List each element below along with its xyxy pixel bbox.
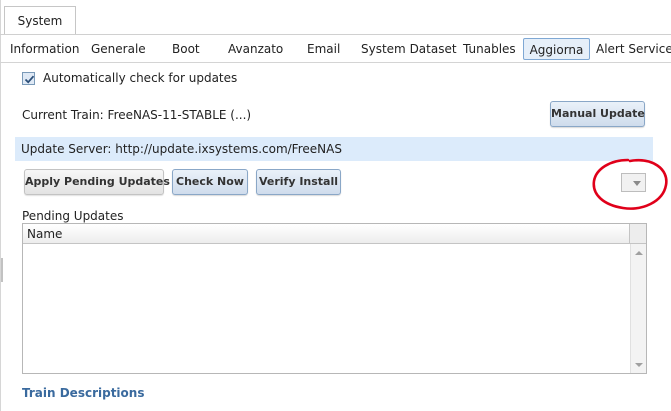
splitter-handle[interactable] xyxy=(1,258,3,282)
tab-system[interactable]: System xyxy=(4,6,76,34)
tab-tunables[interactable]: Tunables xyxy=(463,38,516,60)
tab-information[interactable]: Information xyxy=(10,38,79,60)
apply-pending-updates-button[interactable]: Apply Pending Updates xyxy=(24,169,170,195)
manual-update-button[interactable]: Manual Update xyxy=(550,101,645,127)
checkmark-icon xyxy=(24,75,35,84)
pending-updates-grid: Name xyxy=(22,223,647,374)
chevron-down-icon xyxy=(633,181,641,186)
train-descriptions-heading: Train Descriptions xyxy=(22,386,145,400)
grid-header: Name xyxy=(23,224,630,244)
column-header-name[interactable]: Name xyxy=(27,227,62,241)
tab-system-dataset[interactable]: System Dataset xyxy=(361,38,457,60)
sub-tab-bar: Information Generale Boot Avanzato Email… xyxy=(0,34,671,63)
check-now-button[interactable]: Check Now xyxy=(172,169,248,195)
tab-aggiorna[interactable]: Aggiorna xyxy=(523,38,590,60)
current-train-text: Current Train: FreeNAS-11-STABLE (...) xyxy=(22,108,252,122)
grid-header-corner xyxy=(630,224,646,244)
auto-check-row: Automatically check for updates xyxy=(22,70,237,86)
tab-generale[interactable]: Generale xyxy=(91,38,146,60)
auto-check-label: Automatically check for updates xyxy=(43,71,238,85)
train-dropdown[interactable] xyxy=(621,173,646,192)
tab-avanzato[interactable]: Avanzato xyxy=(228,38,283,60)
update-server-bar: Update Server: http://update.ixsystems.c… xyxy=(15,137,653,161)
grid-scrollbar[interactable] xyxy=(630,244,646,373)
tab-boot[interactable]: Boot xyxy=(172,38,200,60)
update-server-text: Update Server: http://update.ixsystems.c… xyxy=(21,142,342,156)
tab-email[interactable]: Email xyxy=(307,38,340,60)
scroll-up-icon[interactable] xyxy=(635,251,643,255)
scroll-down-icon[interactable] xyxy=(635,363,643,367)
verify-install-button[interactable]: Verify Install xyxy=(256,169,341,195)
pending-updates-label: Pending Updates xyxy=(22,209,124,223)
tab-alert-services[interactable]: Alert Services xyxy=(596,38,671,60)
auto-check-checkbox[interactable] xyxy=(22,71,35,85)
top-tab-strip: System xyxy=(0,0,671,35)
